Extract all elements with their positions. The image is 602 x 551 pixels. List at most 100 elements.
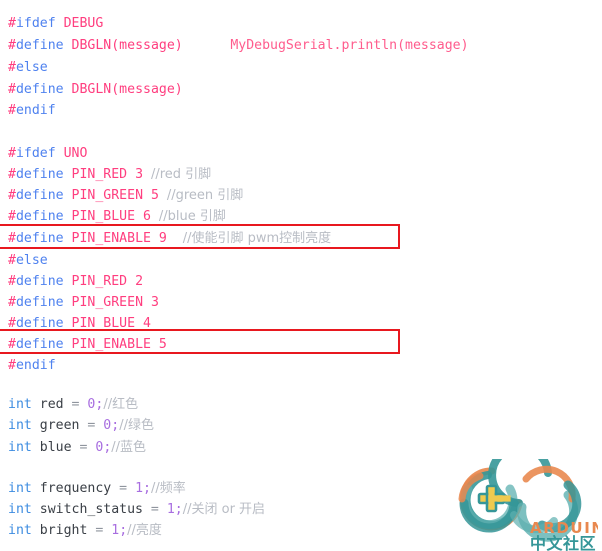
code-token: //频率 [150, 481, 186, 496]
code-token: //绿色 [119, 418, 154, 433]
code-token: PIN_ENABLE 9 [71, 231, 167, 246]
code-token: blue [31, 440, 80, 455]
code-token: ifdef [15, 146, 56, 161]
code-token: int [8, 440, 32, 455]
code-token: else [15, 253, 48, 268]
code-token: PIN_GREEN 3 [71, 295, 159, 310]
code-token: int [8, 418, 32, 433]
code-token: ; [143, 481, 151, 496]
code-token: # [8, 38, 16, 53]
code-token: define [15, 209, 64, 224]
code-token: ; [174, 502, 183, 517]
code-token: 1 [111, 523, 120, 538]
code-line[interactable]: #define PIN_GREEN 3 [8, 292, 159, 313]
code-token: ; [119, 523, 128, 538]
code-token: //red 引脚 [150, 167, 212, 182]
code-token: bright [31, 523, 96, 538]
code-token: 1 [135, 481, 144, 496]
code-token: //关闭 or 开启 [182, 502, 266, 517]
code-line[interactable]: #ifdef UNO [8, 143, 87, 164]
code-token: //蓝色 [111, 440, 147, 455]
code-line[interactable]: int blue = 0;//蓝色 [8, 437, 146, 458]
code-token: = [71, 397, 88, 412]
code-line[interactable]: #define DBGLN(message) [8, 79, 183, 100]
code-token: //使能引脚 pwm控制亮度 [182, 231, 332, 246]
code-token: define [15, 337, 64, 352]
code-token: define [15, 82, 64, 97]
code-token: # [8, 337, 16, 352]
code-line[interactable]: #define DBGLN(message) MyDebugSerial.pri… [8, 35, 469, 56]
code-line[interactable]: int bright = 1;//亮度 [8, 520, 162, 541]
code-token: red [31, 397, 72, 412]
code-line[interactable]: int switch_status = 1;//关闭 or 开启 [8, 499, 265, 520]
logo-community-text: 中文社区 [530, 534, 596, 551]
code-token: PIN_RED 2 [71, 274, 144, 289]
code-token: MyDebugSerial.println(message) [230, 38, 469, 53]
code-token: frequency [31, 481, 120, 496]
code-line[interactable]: int green = 0;//绿色 [8, 415, 154, 436]
code-token: # [8, 231, 16, 246]
code-token: define [15, 188, 64, 203]
code-token: define [15, 316, 64, 331]
code-token: int [8, 397, 32, 412]
code-token: DBGLN(message) [71, 82, 183, 97]
code-line[interactable]: #define PIN_GREEN 5 //green 引脚 [8, 185, 243, 206]
code-token: = [87, 418, 104, 433]
code-token: //green 引脚 [166, 188, 244, 203]
code-token: int [8, 523, 32, 538]
code-line[interactable]: int frequency = 1;//频率 [8, 478, 186, 499]
code-token: DEBUG [63, 16, 104, 31]
code-line[interactable]: #define PIN_ENABLE 5 [8, 334, 167, 355]
code-token: # [8, 103, 16, 118]
code-line[interactable]: #define PIN_ENABLE 9 //使能引脚 pwm控制亮度 [8, 228, 331, 249]
code-line[interactable]: #else [8, 57, 48, 78]
code-token: = [150, 502, 167, 517]
code-token: # [8, 16, 16, 31]
code-line[interactable]: #endif [8, 100, 56, 121]
code-token: define [15, 38, 64, 53]
code-token: = [95, 523, 112, 538]
code-token: # [8, 82, 16, 97]
code-token: PIN_BLUE 6 [71, 209, 151, 224]
code-token: PIN_BLUE 4 [71, 316, 151, 331]
code-token: else [15, 60, 48, 75]
code-line[interactable]: #define PIN_RED 3 //red 引脚 [8, 164, 211, 185]
code-token: # [8, 358, 16, 373]
code-line[interactable]: #define PIN_BLUE 4 [8, 313, 151, 334]
code-token: UNO [63, 146, 88, 161]
code-token: endif [15, 358, 56, 373]
code-line[interactable]: #else [8, 250, 48, 271]
code-token: # [8, 253, 16, 268]
code-line[interactable]: #define PIN_RED 2 [8, 271, 143, 292]
code-token: switch_status [31, 502, 151, 517]
code-line[interactable]: #endif [8, 355, 56, 376]
code-token: # [8, 146, 16, 161]
code-line[interactable]: #ifdef DEBUG [8, 13, 103, 34]
code-token: 1 [166, 502, 175, 517]
code-token: ifdef [15, 16, 56, 31]
code-line[interactable]: int red = 0;//红色 [8, 394, 138, 415]
arduino-chinese-community-logo: ARDUINO 中文社区 [450, 459, 598, 551]
code-token: //亮度 [127, 523, 162, 538]
code-token: int [8, 502, 32, 517]
code-token: # [8, 316, 16, 331]
code-line[interactable]: #define PIN_BLUE 6 //blue 引脚 [8, 206, 226, 227]
code-token: define [15, 167, 64, 182]
code-token: # [8, 167, 16, 182]
code-token: //blue 引脚 [158, 209, 226, 224]
code-token: int [8, 481, 32, 496]
code-token: DBGLN(message) [71, 38, 183, 53]
